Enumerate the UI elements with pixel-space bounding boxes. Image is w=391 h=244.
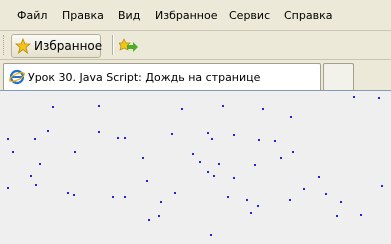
raindrop bbox=[353, 96, 355, 98]
raindrop bbox=[174, 192, 176, 194]
raindrop bbox=[146, 180, 148, 182]
raindrop bbox=[7, 138, 9, 140]
raindrop bbox=[233, 177, 235, 179]
raindrop bbox=[124, 196, 126, 198]
raindrop bbox=[52, 106, 54, 108]
raindrop bbox=[207, 171, 209, 173]
raindrop bbox=[117, 137, 119, 139]
tab-title: Урок 30. Java Script: Дождь на странице bbox=[28, 71, 261, 84]
raindrop bbox=[192, 153, 194, 155]
raindrop bbox=[218, 163, 220, 165]
raindrop bbox=[254, 164, 256, 166]
raindrop bbox=[181, 108, 183, 110]
tab-strip: Урок 30. Java Script: Дождь на странице bbox=[0, 60, 391, 90]
raindrop bbox=[39, 163, 41, 165]
raindrop bbox=[160, 201, 162, 203]
page-content bbox=[0, 90, 391, 244]
raindrop bbox=[303, 188, 305, 190]
raindrop bbox=[7, 187, 9, 189]
raindrop bbox=[318, 176, 320, 178]
favorites-label: Избранное bbox=[34, 39, 103, 53]
ie-page-icon bbox=[9, 69, 25, 85]
raindrop bbox=[257, 205, 259, 207]
raindrop bbox=[35, 184, 37, 186]
raindrop bbox=[325, 193, 327, 195]
raindrop bbox=[158, 215, 160, 217]
add-to-favorites-button[interactable] bbox=[118, 37, 139, 55]
toolbar-divider bbox=[112, 35, 114, 55]
raindrop bbox=[148, 219, 150, 221]
add-to-favorites-icon bbox=[118, 38, 138, 52]
raindrop bbox=[246, 199, 248, 201]
raindrop bbox=[171, 133, 173, 135]
raindrop bbox=[289, 199, 291, 201]
raindrop bbox=[280, 157, 282, 159]
raindrop bbox=[98, 105, 100, 107]
raindrop bbox=[222, 105, 224, 107]
raindrop bbox=[30, 175, 32, 177]
raindrop bbox=[210, 234, 212, 236]
raindrop bbox=[47, 130, 49, 132]
raindrop bbox=[12, 151, 14, 153]
raindrop bbox=[213, 175, 215, 177]
raindrop bbox=[211, 138, 213, 140]
raindrop bbox=[142, 157, 144, 159]
raindrop bbox=[250, 212, 252, 214]
raindrop bbox=[73, 194, 75, 196]
menu-file[interactable]: Файл bbox=[17, 9, 47, 23]
raindrop bbox=[336, 215, 338, 217]
favorites-button[interactable]: Избранное bbox=[11, 34, 103, 58]
raindrop bbox=[227, 196, 229, 198]
raindrop bbox=[290, 116, 292, 118]
raindrop bbox=[292, 151, 294, 153]
menu-help[interactable]: Справка bbox=[284, 9, 332, 23]
menu-favorites[interactable]: Избранное bbox=[155, 9, 217, 23]
raindrop bbox=[207, 132, 209, 134]
menu-bar: Файл Правка Вид Избранное Сервис Справка bbox=[0, 0, 391, 30]
raindrop bbox=[74, 151, 76, 153]
menu-edit[interactable]: Правка bbox=[62, 9, 104, 23]
star-icon bbox=[15, 38, 31, 54]
menu-view[interactable]: Вид bbox=[118, 9, 140, 23]
raindrop bbox=[360, 214, 362, 216]
raindrop bbox=[67, 192, 69, 194]
favorites-toolbar: Избранное bbox=[0, 31, 391, 60]
raindrop bbox=[112, 196, 114, 198]
raindrop bbox=[381, 185, 383, 187]
raindrop bbox=[98, 131, 100, 133]
raindrop bbox=[124, 137, 126, 139]
raindrop bbox=[34, 138, 36, 140]
raindrop bbox=[199, 161, 201, 163]
raindrop bbox=[340, 201, 342, 203]
raindrop bbox=[233, 134, 235, 136]
toolbar-grip[interactable] bbox=[3, 35, 6, 55]
raindrop bbox=[274, 140, 276, 142]
menu-tools[interactable]: Сервис bbox=[229, 9, 270, 23]
tab-active[interactable]: Урок 30. Java Script: Дождь на странице bbox=[3, 63, 321, 90]
new-tab-button[interactable] bbox=[323, 63, 354, 90]
raindrop bbox=[262, 108, 264, 110]
raindrop bbox=[258, 139, 260, 141]
raindrop bbox=[378, 97, 380, 99]
